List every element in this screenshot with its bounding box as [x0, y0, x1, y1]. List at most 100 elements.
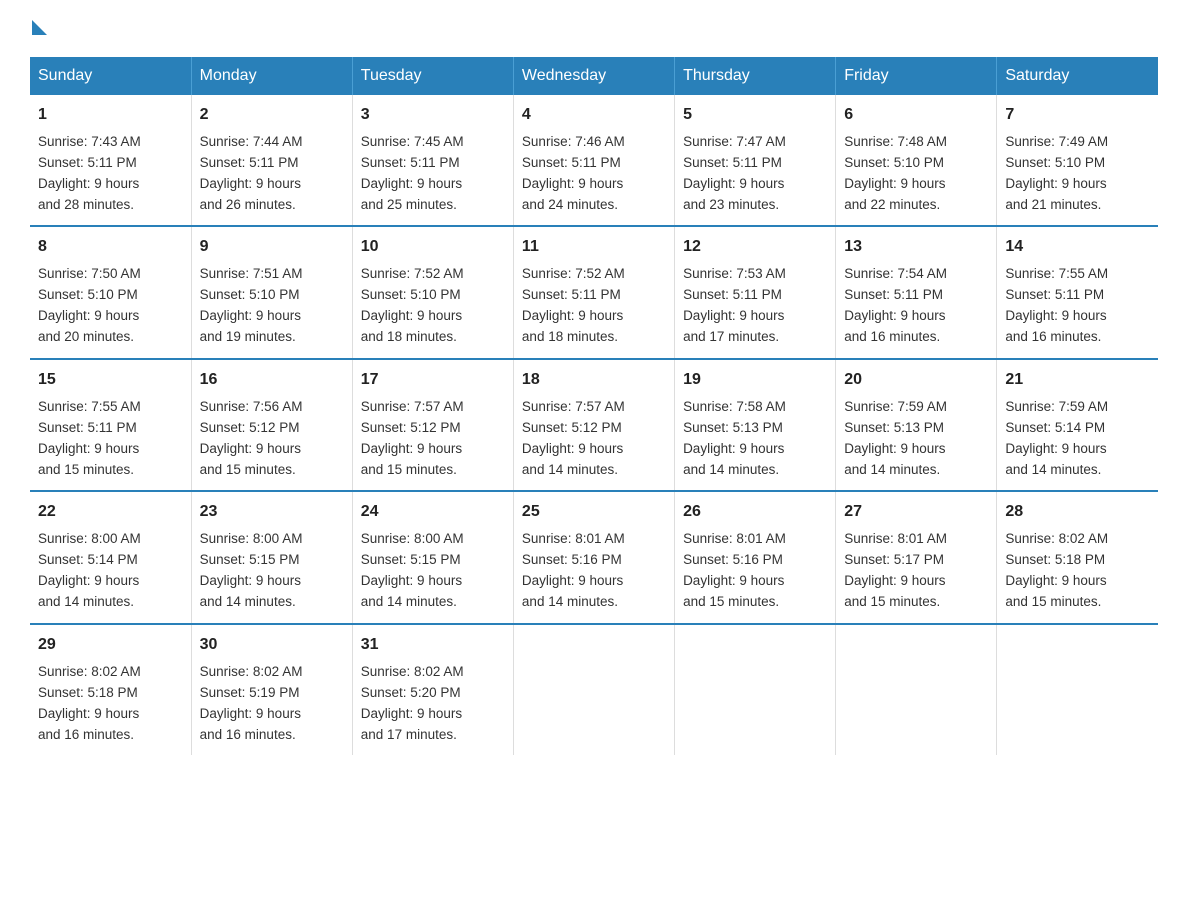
day-number: 22 [38, 500, 183, 525]
header-cell-saturday: Saturday [997, 57, 1158, 95]
day-info: Sunrise: 7:59 AMSunset: 5:14 PMDaylight:… [1005, 397, 1150, 481]
day-info: Sunrise: 8:02 AMSunset: 5:18 PMDaylight:… [38, 662, 183, 746]
day-number: 9 [200, 235, 344, 260]
week-row-4: 22 Sunrise: 8:00 AMSunset: 5:14 PMDayligh… [30, 491, 1158, 623]
day-info: Sunrise: 7:43 AMSunset: 5:11 PMDaylight:… [38, 132, 183, 216]
day-cell: 21 Sunrise: 7:59 AMSunset: 5:14 PMDayligh… [997, 359, 1158, 491]
day-cell: 22 Sunrise: 8:00 AMSunset: 5:14 PMDayligh… [30, 491, 191, 623]
day-cell: 30 Sunrise: 8:02 AMSunset: 5:19 PMDayligh… [191, 624, 352, 755]
day-info: Sunrise: 7:52 AMSunset: 5:11 PMDaylight:… [522, 264, 666, 348]
day-info: Sunrise: 7:49 AMSunset: 5:10 PMDaylight:… [1005, 132, 1150, 216]
day-cell: 6 Sunrise: 7:48 AMSunset: 5:10 PMDaylight… [836, 95, 997, 226]
day-cell: 24 Sunrise: 8:00 AMSunset: 5:15 PMDayligh… [352, 491, 513, 623]
day-info: Sunrise: 8:02 AMSunset: 5:20 PMDaylight:… [361, 662, 505, 746]
logo [30, 20, 47, 37]
day-info: Sunrise: 7:56 AMSunset: 5:12 PMDaylight:… [200, 397, 344, 481]
day-info: Sunrise: 7:47 AMSunset: 5:11 PMDaylight:… [683, 132, 827, 216]
day-cell: 7 Sunrise: 7:49 AMSunset: 5:10 PMDaylight… [997, 95, 1158, 226]
day-cell: 29 Sunrise: 8:02 AMSunset: 5:18 PMDayligh… [30, 624, 191, 755]
day-number: 10 [361, 235, 505, 260]
day-info: Sunrise: 7:59 AMSunset: 5:13 PMDaylight:… [844, 397, 988, 481]
day-info: Sunrise: 7:50 AMSunset: 5:10 PMDaylight:… [38, 264, 183, 348]
day-cell: 10 Sunrise: 7:52 AMSunset: 5:10 PMDayligh… [352, 226, 513, 358]
day-number: 14 [1005, 235, 1150, 260]
day-cell: 13Sunrise: 7:54 AMSunset: 5:11 PMDayligh… [836, 226, 997, 358]
header-cell-sunday: Sunday [30, 57, 191, 95]
day-number: 8 [38, 235, 183, 260]
day-cell: 15Sunrise: 7:55 AMSunset: 5:11 PMDayligh… [30, 359, 191, 491]
week-row-2: 8 Sunrise: 7:50 AMSunset: 5:10 PMDaylight… [30, 226, 1158, 358]
day-number: 31 [361, 633, 505, 658]
header-cell-monday: Monday [191, 57, 352, 95]
day-info: Sunrise: 7:45 AMSunset: 5:11 PMDaylight:… [361, 132, 505, 216]
day-number: 2 [200, 103, 344, 128]
logo-arrow-icon [32, 20, 47, 35]
header-cell-thursday: Thursday [675, 57, 836, 95]
day-number: 28 [1005, 500, 1150, 525]
day-number: 7 [1005, 103, 1150, 128]
day-number: 20 [844, 368, 988, 393]
day-cell [675, 624, 836, 755]
day-number: 21 [1005, 368, 1150, 393]
day-info: Sunrise: 8:01 AMSunset: 5:16 PMDaylight:… [522, 529, 666, 613]
day-cell: 27Sunrise: 8:01 AMSunset: 5:17 PMDayligh… [836, 491, 997, 623]
day-info: Sunrise: 7:52 AMSunset: 5:10 PMDaylight:… [361, 264, 505, 348]
day-cell: 31 Sunrise: 8:02 AMSunset: 5:20 PMDayligh… [352, 624, 513, 755]
day-cell: 12 Sunrise: 7:53 AMSunset: 5:11 PMDayligh… [675, 226, 836, 358]
day-cell: 25Sunrise: 8:01 AMSunset: 5:16 PMDayligh… [513, 491, 674, 623]
week-row-3: 15Sunrise: 7:55 AMSunset: 5:11 PMDayligh… [30, 359, 1158, 491]
day-info: Sunrise: 7:48 AMSunset: 5:10 PMDaylight:… [844, 132, 988, 216]
day-cell: 16Sunrise: 7:56 AMSunset: 5:12 PMDayligh… [191, 359, 352, 491]
day-cell: 9 Sunrise: 7:51 AMSunset: 5:10 PMDaylight… [191, 226, 352, 358]
day-info: Sunrise: 8:02 AMSunset: 5:19 PMDaylight:… [200, 662, 344, 746]
day-cell: 18 Sunrise: 7:57 AMSunset: 5:12 PMDayligh… [513, 359, 674, 491]
day-number: 19 [683, 368, 827, 393]
day-cell [513, 624, 674, 755]
header-cell-tuesday: Tuesday [352, 57, 513, 95]
day-number: 5 [683, 103, 827, 128]
day-number: 13 [844, 235, 988, 260]
day-number: 23 [200, 500, 344, 525]
day-info: Sunrise: 7:57 AMSunset: 5:12 PMDaylight:… [522, 397, 666, 481]
day-info: Sunrise: 8:00 AMSunset: 5:14 PMDaylight:… [38, 529, 183, 613]
day-cell: 28 Sunrise: 8:02 AMSunset: 5:18 PMDayligh… [997, 491, 1158, 623]
calendar-body: 1Sunrise: 7:43 AMSunset: 5:11 PMDaylight… [30, 95, 1158, 755]
day-number: 6 [844, 103, 988, 128]
day-number: 30 [200, 633, 344, 658]
day-cell: 8 Sunrise: 7:50 AMSunset: 5:10 PMDaylight… [30, 226, 191, 358]
day-cell: 1Sunrise: 7:43 AMSunset: 5:11 PMDaylight… [30, 95, 191, 226]
day-info: Sunrise: 8:02 AMSunset: 5:18 PMDaylight:… [1005, 529, 1150, 613]
day-cell: 17 Sunrise: 7:57 AMSunset: 5:12 PMDayligh… [352, 359, 513, 491]
calendar-table: SundayMondayTuesdayWednesdayThursdayFrid… [30, 57, 1158, 755]
day-cell: 23 Sunrise: 8:00 AMSunset: 5:15 PMDayligh… [191, 491, 352, 623]
day-cell: 26Sunrise: 8:01 AMSunset: 5:16 PMDayligh… [675, 491, 836, 623]
header-cell-friday: Friday [836, 57, 997, 95]
day-info: Sunrise: 7:46 AMSunset: 5:11 PMDaylight:… [522, 132, 666, 216]
week-row-1: 1Sunrise: 7:43 AMSunset: 5:11 PMDaylight… [30, 95, 1158, 226]
day-number: 3 [361, 103, 505, 128]
day-cell [997, 624, 1158, 755]
day-cell: 20 Sunrise: 7:59 AMSunset: 5:13 PMDayligh… [836, 359, 997, 491]
day-number: 12 [683, 235, 827, 260]
day-info: Sunrise: 8:00 AMSunset: 5:15 PMDaylight:… [200, 529, 344, 613]
day-number: 11 [522, 235, 666, 260]
day-number: 17 [361, 368, 505, 393]
day-info: Sunrise: 8:00 AMSunset: 5:15 PMDaylight:… [361, 529, 505, 613]
day-cell: 14Sunrise: 7:55 AMSunset: 5:11 PMDayligh… [997, 226, 1158, 358]
day-number: 18 [522, 368, 666, 393]
day-number: 27 [844, 500, 988, 525]
day-cell: 5 Sunrise: 7:47 AMSunset: 5:11 PMDaylight… [675, 95, 836, 226]
day-cell: 4Sunrise: 7:46 AMSunset: 5:11 PMDaylight… [513, 95, 674, 226]
day-info: Sunrise: 7:58 AMSunset: 5:13 PMDaylight:… [683, 397, 827, 481]
day-info: Sunrise: 7:44 AMSunset: 5:11 PMDaylight:… [200, 132, 344, 216]
day-number: 24 [361, 500, 505, 525]
day-info: Sunrise: 7:57 AMSunset: 5:12 PMDaylight:… [361, 397, 505, 481]
day-info: Sunrise: 7:51 AMSunset: 5:10 PMDaylight:… [200, 264, 344, 348]
page-header [30, 20, 1158, 37]
header-cell-wednesday: Wednesday [513, 57, 674, 95]
day-cell: 3 Sunrise: 7:45 AMSunset: 5:11 PMDaylight… [352, 95, 513, 226]
day-info: Sunrise: 7:53 AMSunset: 5:11 PMDaylight:… [683, 264, 827, 348]
day-number: 29 [38, 633, 183, 658]
day-cell [836, 624, 997, 755]
day-cell: 11 Sunrise: 7:52 AMSunset: 5:11 PMDayligh… [513, 226, 674, 358]
